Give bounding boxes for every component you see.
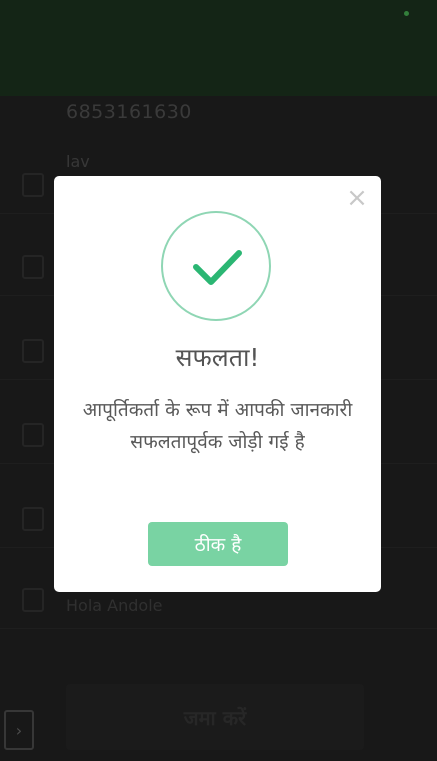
close-icon[interactable]: ×: [345, 185, 369, 211]
success-icon: [161, 211, 271, 321]
checkmark-icon: [193, 250, 242, 285]
dialog-title: सफलता!: [175, 343, 260, 372]
success-dialog: × सफलता! आपूर्तिकर्ता के रूप में आपकी जा…: [54, 176, 381, 592]
ok-button[interactable]: ठीक है: [148, 522, 288, 566]
dialog-message: आपूर्तिकर्ता के रूप में आपकी जानकारी सफल…: [82, 399, 353, 453]
